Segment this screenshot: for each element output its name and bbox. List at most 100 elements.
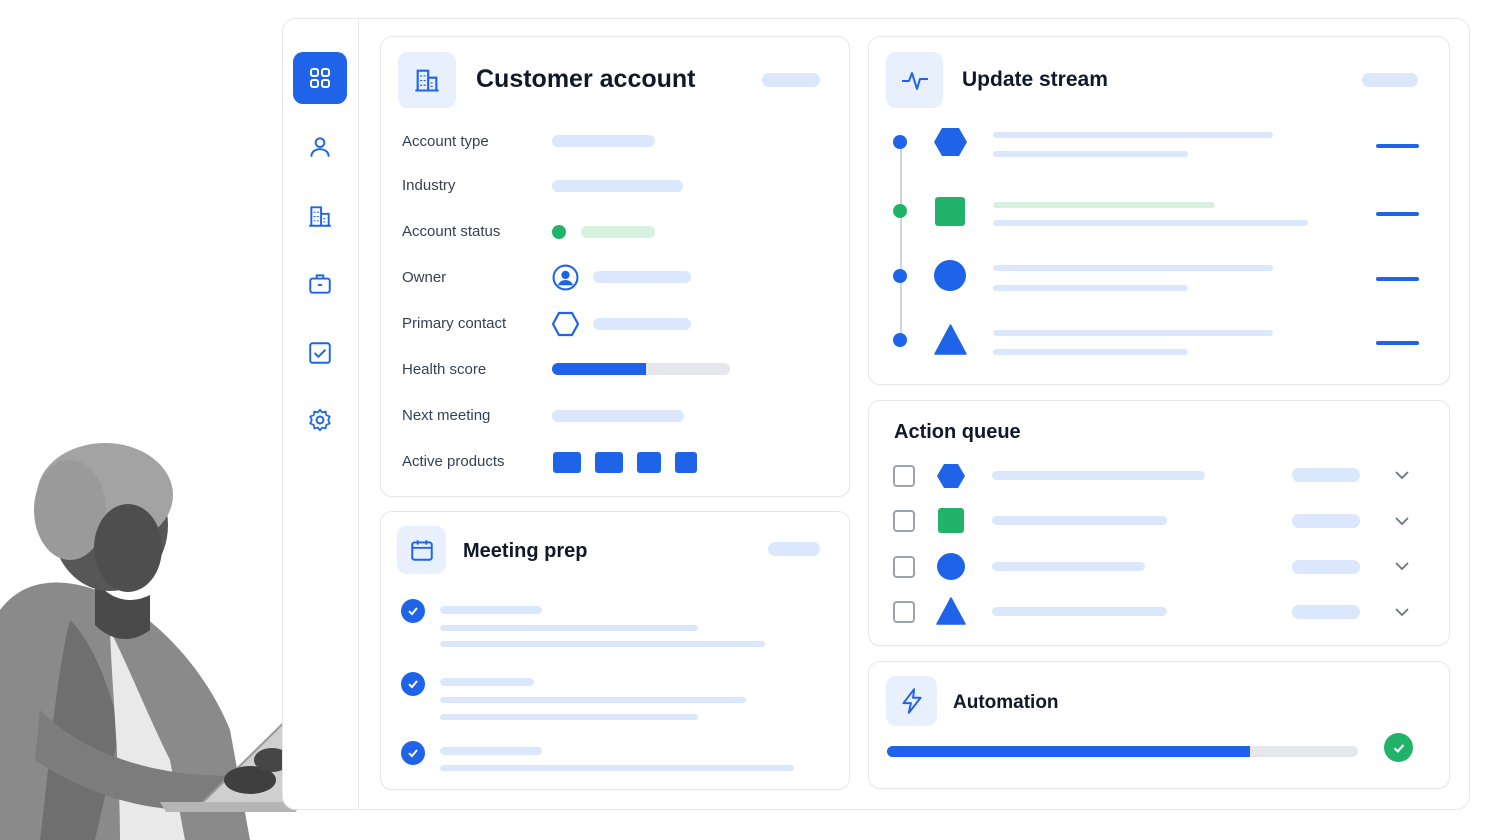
sidebar-item-deals[interactable] bbox=[293, 258, 347, 310]
user-icon bbox=[310, 137, 330, 157]
automation-card bbox=[868, 661, 1450, 789]
update-item-line bbox=[993, 349, 1188, 355]
account-status-value bbox=[581, 226, 655, 238]
meeting-prep-header-pill bbox=[768, 542, 820, 556]
action-item-checkbox[interactable] bbox=[893, 556, 915, 578]
circle-icon bbox=[934, 260, 966, 291]
next-meeting-value bbox=[552, 410, 684, 422]
update-item-line bbox=[993, 285, 1188, 291]
update-item-line bbox=[993, 132, 1273, 138]
meeting-item-line bbox=[440, 765, 794, 771]
building-icon bbox=[309, 206, 331, 227]
meeting-prep-title: Meeting prep bbox=[463, 540, 588, 562]
gear-icon bbox=[309, 408, 331, 432]
action-item-label bbox=[992, 607, 1167, 616]
chevron-down-icon[interactable] bbox=[1394, 606, 1410, 618]
meeting-item-title bbox=[440, 606, 542, 614]
meeting-item-line bbox=[440, 641, 765, 647]
customer-account-icon-tile bbox=[398, 52, 456, 108]
timeline-marker bbox=[893, 269, 907, 283]
checkbox-icon bbox=[309, 342, 331, 364]
automation-progress-fill bbox=[887, 746, 1250, 757]
triangle-icon bbox=[934, 324, 967, 355]
chevron-down-icon[interactable] bbox=[1394, 515, 1410, 527]
action-queue-title: Action queue bbox=[894, 421, 1021, 443]
action-item-label bbox=[992, 471, 1205, 480]
customer-account-title: Customer account bbox=[476, 65, 696, 93]
circle-icon bbox=[937, 553, 965, 580]
industry-value bbox=[552, 180, 683, 192]
action-item-tag bbox=[1292, 560, 1360, 574]
square-icon bbox=[938, 508, 964, 533]
hexagon-icon bbox=[937, 464, 965, 488]
grid-icon bbox=[310, 68, 330, 88]
sidebar-item-dashboard[interactable] bbox=[293, 52, 347, 104]
triangle-icon bbox=[936, 597, 966, 625]
action-item-checkbox[interactable] bbox=[893, 601, 915, 623]
field-label-account-type: Account type bbox=[402, 133, 489, 150]
automation-title: Automation bbox=[953, 692, 1059, 713]
health-score-track bbox=[552, 363, 730, 375]
sidebar-item-contacts[interactable] bbox=[293, 121, 347, 173]
building-icon bbox=[415, 69, 439, 92]
update-item-indicator bbox=[1376, 341, 1419, 345]
action-item-label bbox=[992, 562, 1145, 571]
update-item-line bbox=[993, 220, 1308, 226]
field-label-primary-contact: Primary contact bbox=[402, 315, 507, 332]
briefcase-icon bbox=[309, 274, 331, 294]
meeting-item-line bbox=[440, 625, 698, 631]
update-item-indicator bbox=[1376, 212, 1419, 216]
calendar-icon bbox=[410, 540, 433, 561]
action-item-label bbox=[992, 516, 1167, 525]
status-indicator-dot bbox=[552, 225, 566, 239]
sidebar-item-settings[interactable] bbox=[293, 394, 347, 446]
owner-avatar-icon bbox=[552, 264, 579, 291]
chevron-down-icon[interactable] bbox=[1394, 560, 1410, 572]
timeline-marker bbox=[893, 135, 907, 149]
field-label-owner: Owner bbox=[402, 269, 447, 286]
update-item-line bbox=[993, 330, 1273, 336]
automation-icon-tile bbox=[886, 676, 937, 726]
timeline-marker bbox=[893, 204, 907, 218]
action-item-tag bbox=[1292, 514, 1360, 528]
action-item-tag bbox=[1292, 605, 1360, 619]
sidebar-item-accounts[interactable] bbox=[293, 190, 347, 242]
update-item-line bbox=[993, 265, 1273, 271]
chevron-down-icon[interactable] bbox=[1394, 469, 1410, 481]
update-stream-title: Update stream bbox=[962, 68, 1108, 91]
check-circle-icon bbox=[1384, 733, 1413, 762]
check-circle-icon bbox=[401, 599, 425, 623]
meeting-item-line bbox=[440, 714, 698, 720]
owner-value bbox=[593, 271, 691, 283]
active-product-chip bbox=[675, 452, 697, 473]
account-type-value bbox=[552, 135, 655, 147]
check-circle-icon bbox=[401, 672, 425, 696]
update-item-indicator bbox=[1376, 277, 1419, 281]
update-item-indicator bbox=[1376, 144, 1419, 148]
update-stream-icon-tile bbox=[886, 52, 943, 108]
square-icon bbox=[935, 197, 965, 226]
timeline-line bbox=[900, 142, 902, 342]
health-score-fill bbox=[552, 363, 647, 375]
action-item-checkbox[interactable] bbox=[893, 465, 915, 487]
active-product-chip bbox=[553, 452, 581, 473]
field-label-industry: Industry bbox=[402, 177, 456, 194]
meeting-prep-icon-tile bbox=[397, 526, 446, 574]
update-item-line bbox=[993, 151, 1188, 157]
timeline-marker bbox=[893, 333, 907, 347]
update-item-line bbox=[993, 202, 1215, 208]
field-label-next-meeting: Next meeting bbox=[402, 407, 491, 424]
action-item-checkbox[interactable] bbox=[893, 510, 915, 532]
hexagon-icon bbox=[934, 128, 967, 156]
active-product-chip bbox=[595, 452, 623, 473]
check-circle-icon bbox=[401, 741, 425, 765]
field-label-health-score: Health score bbox=[402, 361, 487, 378]
meeting-item-title bbox=[440, 747, 542, 755]
primary-contact-value bbox=[593, 318, 691, 330]
meeting-item-title bbox=[440, 678, 534, 686]
automation-progress-track bbox=[887, 746, 1358, 757]
update-stream-header-pill bbox=[1362, 73, 1418, 87]
sidebar-item-tasks[interactable] bbox=[293, 327, 347, 379]
field-label-active-products: Active products bbox=[402, 453, 505, 470]
activity-icon bbox=[901, 72, 928, 90]
